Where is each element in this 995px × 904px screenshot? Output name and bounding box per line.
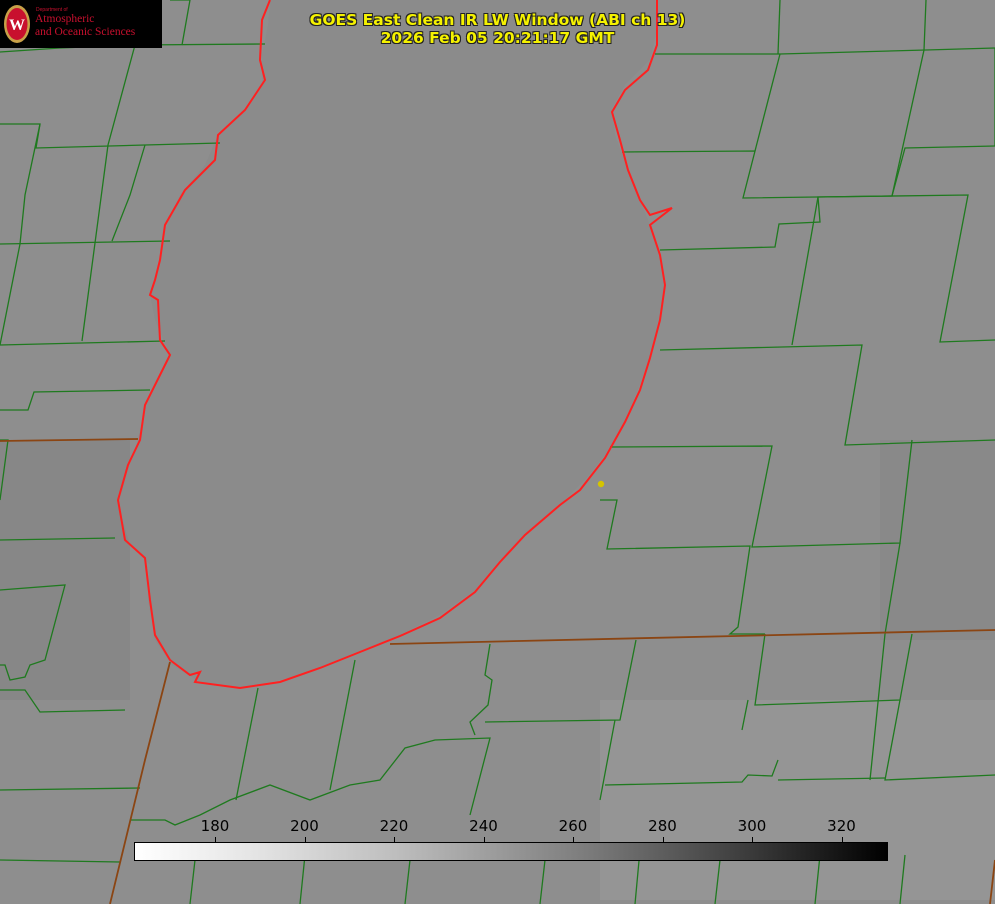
colorbar-tick-label: 180 [200,817,230,835]
colorbar-tick-label: 260 [558,817,588,835]
colorbar-tick-label: 240 [469,817,498,835]
colorbar-tick-label: 300 [737,817,767,835]
colorbar [134,842,888,861]
image-title: GOES East Clean IR LW Window (ABI ch 13) [309,11,686,29]
location-marker [597,480,605,488]
colorbar-tick-label: 280 [648,817,677,835]
colorbar-tick-label: 220 [379,817,409,835]
satellite-map: W Department of Atmospheric and Oceanic … [0,0,995,904]
satellite-imagery [0,0,995,904]
image-timestamp: 2026 Feb 05 20:21:17 GMT [380,29,615,47]
colorbar-tick-label: 200 [290,817,319,835]
colorbar-tick-label: 320 [827,817,856,835]
